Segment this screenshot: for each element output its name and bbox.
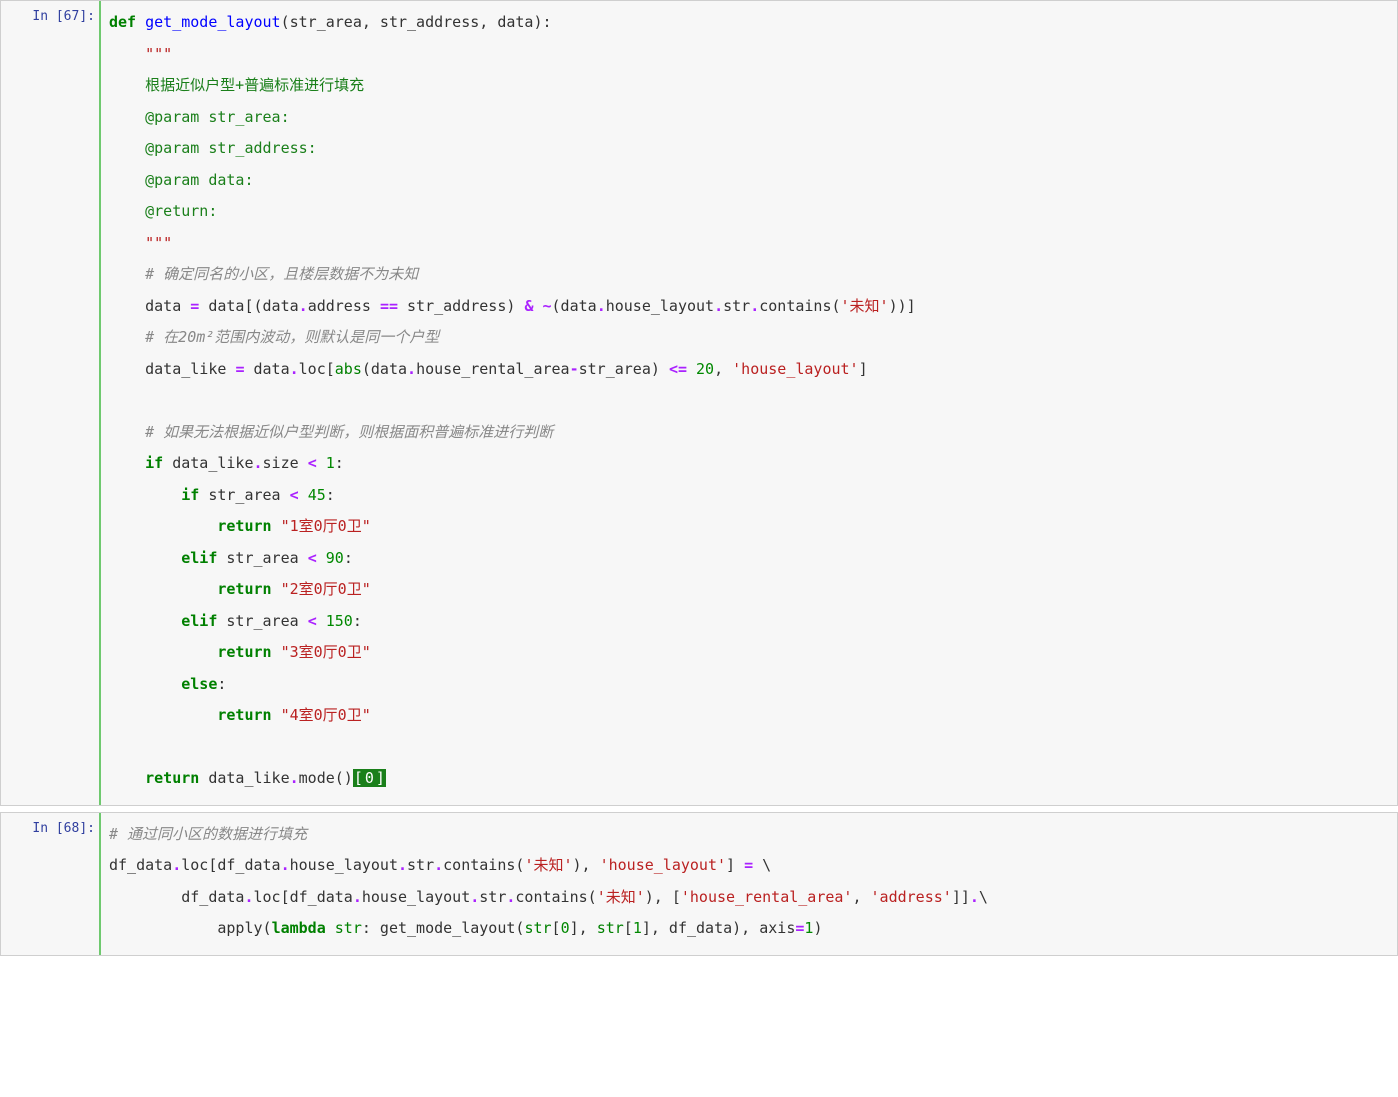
prompt-label: In [68]: xyxy=(32,821,95,836)
code-content[interactable]: def get_mode_layout(str_area, str_addres… xyxy=(109,7,1389,795)
input-prompt: In [68]: xyxy=(1,813,99,955)
code-cell: In [68]: # 通过同小区的数据进行填充 df_data.loc[df_d… xyxy=(0,812,1398,956)
code-input-area[interactable]: def get_mode_layout(str_area, str_addres… xyxy=(99,1,1397,805)
code-cell: In [67]: def get_mode_layout(str_area, s… xyxy=(0,0,1398,806)
prompt-label: In [67]: xyxy=(32,9,95,24)
code-content[interactable]: # 通过同小区的数据进行填充 df_data.loc[df_data.house… xyxy=(109,819,1389,945)
input-prompt: In [67]: xyxy=(1,1,99,805)
code-input-area[interactable]: # 通过同小区的数据进行填充 df_data.loc[df_data.house… xyxy=(99,813,1397,955)
